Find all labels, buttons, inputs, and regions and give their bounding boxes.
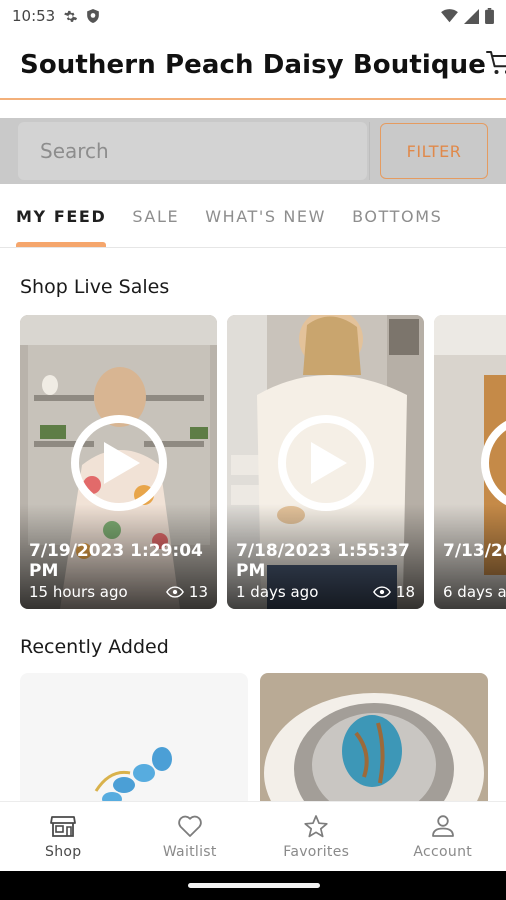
recently-added-heading: Recently Added	[20, 636, 169, 658]
live-sale-card[interactable]: 7/19/2023 1:29:04 PM 15 hours ago 13	[20, 315, 217, 609]
cart-icon	[485, 50, 506, 80]
tab-sale[interactable]: SALE	[132, 186, 179, 247]
eye-icon	[165, 586, 184, 598]
tab-bottoms[interactable]: BOTTOMS	[352, 186, 442, 247]
live-sales-carousel[interactable]: 7/19/2023 1:29:04 PM 15 hours ago 13 7/1…	[20, 315, 506, 609]
nav-favorites-label: Favorites	[283, 843, 350, 860]
tab-whats-new[interactable]: WHAT'S NEW	[205, 186, 326, 247]
shop-icon	[50, 815, 77, 837]
live-sale-meta: 15 hours ago 13	[29, 583, 208, 601]
view-count-value: 18	[395, 583, 415, 601]
status-bar: 10:53	[0, 0, 506, 32]
home-gesture-handle[interactable]	[188, 883, 320, 888]
person-icon	[431, 814, 454, 837]
system-gesture-bar	[0, 871, 506, 900]
eye-icon	[372, 586, 391, 598]
battery-icon	[485, 8, 494, 24]
app-header: Southern Peach Daisy Boutique	[0, 32, 506, 100]
search-bar: FILTER	[0, 118, 506, 184]
search-divider	[369, 122, 370, 180]
live-sale-date: 7/13/2023 10:07:1	[443, 541, 506, 561]
live-sale-date: 7/18/2023 1:55:37 PM	[236, 541, 410, 581]
filter-button[interactable]: FILTER	[380, 123, 488, 179]
tab-my-feed[interactable]: MY FEED	[16, 186, 107, 247]
nav-favorites[interactable]: Favorites	[253, 802, 380, 871]
status-left: 10:53	[12, 7, 100, 25]
product-card[interactable]	[20, 673, 248, 801]
play-button[interactable]	[277, 415, 374, 511]
cart-button[interactable]	[485, 50, 506, 80]
nav-account-label: Account	[413, 843, 473, 860]
product-image	[20, 673, 248, 801]
recently-added-carousel[interactable]	[20, 673, 506, 801]
gear-icon	[63, 9, 78, 24]
product-card[interactable]	[260, 673, 488, 801]
wifi-icon	[441, 9, 458, 23]
view-count-value: 13	[188, 583, 208, 601]
product-image	[260, 673, 488, 801]
live-sale-card[interactable]: 7/18/2023 1:55:37 PM 1 days ago 18	[227, 315, 424, 609]
live-sale-meta: 6 days ago	[443, 583, 506, 601]
play-icon	[310, 442, 347, 484]
play-icon	[103, 442, 140, 484]
heart-icon	[177, 815, 202, 837]
live-sale-card[interactable]: 7/13/2023 10:07:1 6 days ago	[434, 315, 506, 609]
shield-icon	[86, 8, 100, 24]
nav-shop[interactable]: Shop	[0, 802, 127, 871]
nav-waitlist[interactable]: Waitlist	[127, 802, 254, 871]
star-icon	[304, 814, 328, 837]
nav-shop-label: Shop	[45, 843, 82, 860]
view-count: 18	[372, 583, 415, 601]
play-button[interactable]	[70, 415, 167, 511]
live-sale-ago: 1 days ago	[236, 583, 319, 601]
status-time: 10:53	[12, 7, 56, 25]
live-sale-ago: 6 days ago	[443, 583, 506, 601]
live-sale-ago: 15 hours ago	[29, 583, 128, 601]
app-title: Southern Peach Daisy Boutique	[20, 50, 486, 80]
bottom-nav: Shop Waitlist Favorites Account	[0, 801, 506, 871]
signal-icon	[464, 8, 479, 24]
live-sale-meta: 1 days ago 18	[236, 583, 415, 601]
category-tabs: MY FEED SALE WHAT'S NEW BOTTOMS	[0, 186, 506, 248]
live-sales-heading: Shop Live Sales	[20, 276, 170, 298]
status-right	[441, 8, 494, 24]
search-input[interactable]	[18, 122, 367, 180]
nav-account[interactable]: Account	[380, 802, 506, 871]
nav-waitlist-label: Waitlist	[162, 843, 217, 860]
live-sale-date: 7/19/2023 1:29:04 PM	[29, 541, 203, 581]
view-count: 13	[165, 583, 208, 601]
